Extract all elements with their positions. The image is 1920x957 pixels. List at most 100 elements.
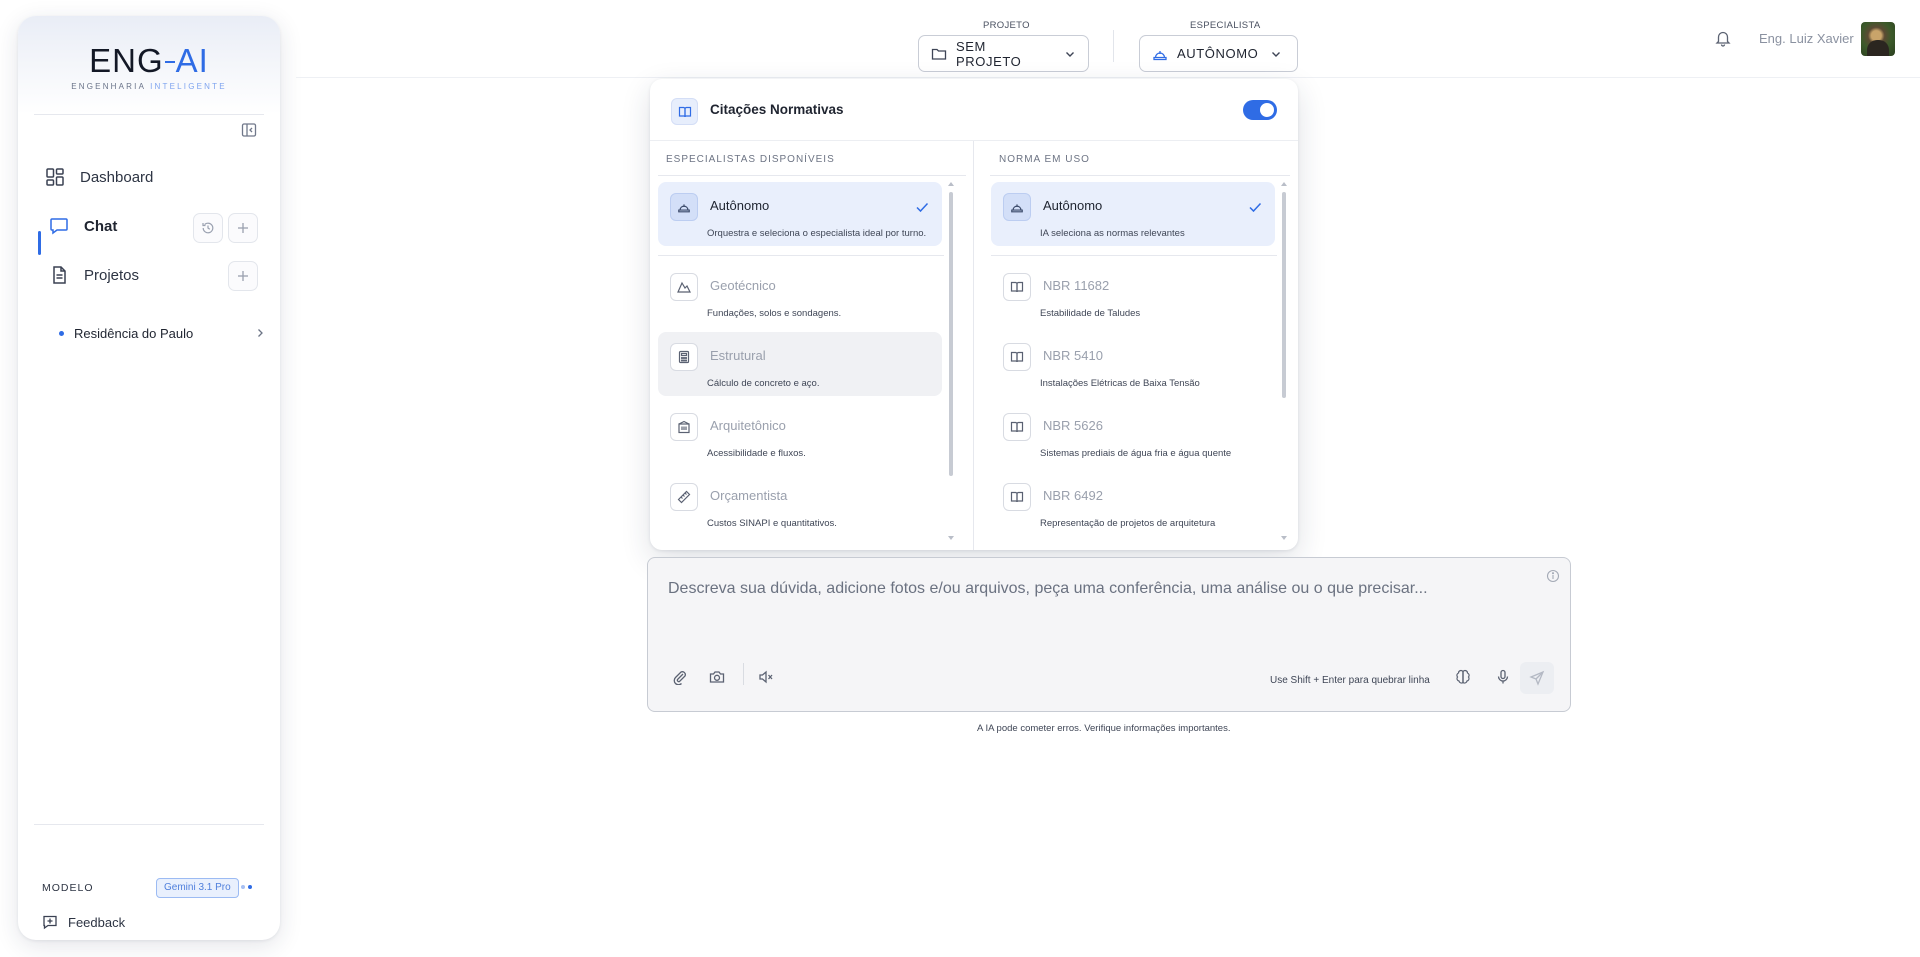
- norm-desc: Estabilidade de Taludes: [1040, 308, 1141, 319]
- specialist-desc: Acessibilidade e fluxos.: [707, 448, 806, 459]
- specialist-name: Orçamentista: [710, 488, 788, 503]
- divider: [658, 175, 966, 176]
- scroll-down-arrow[interactable]: [1281, 536, 1287, 540]
- norm-desc: IA seleciona as normas relevantes: [1040, 228, 1185, 239]
- message-input[interactable]: Descreva sua dúvida, adicione fotos e/ou…: [668, 580, 1428, 598]
- feedback-button[interactable]: Feedback: [42, 914, 125, 930]
- specialist-item-geotecnico[interactable]: Geotécnico Fundações, solos e sondagens.: [658, 262, 942, 326]
- new-project-button[interactable]: [228, 261, 258, 291]
- sidebar-item-projetos[interactable]: Projetos: [48, 264, 139, 286]
- citations-toggle[interactable]: [1243, 100, 1277, 120]
- user-name[interactable]: Eng. Luiz Xavier: [1759, 31, 1854, 46]
- dashboard-icon: [44, 166, 66, 188]
- divider: [34, 114, 264, 115]
- speaker-muted-icon[interactable]: [757, 668, 775, 686]
- chevron-right-icon: [254, 327, 266, 339]
- norm-item-nbr-5410[interactable]: NBR 5410 Instalações Elétricas de Baixa …: [991, 332, 1275, 396]
- paperclip-icon[interactable]: [671, 668, 689, 686]
- helmet-icon: [1152, 46, 1168, 62]
- model-badge[interactable]: Gemini 3.1 Pro: [156, 878, 239, 898]
- norms-scrollbar[interactable]: [1282, 192, 1286, 398]
- book-icon: [1003, 273, 1031, 301]
- project-label: Residência do Paulo: [74, 325, 194, 341]
- specialist-desc: Custos SINAPI e quantitativos.: [707, 518, 837, 529]
- message-composer[interactable]: Descreva sua dúvida, adicione fotos e/ou…: [647, 557, 1571, 712]
- norm-name: NBR 5626: [1043, 418, 1103, 433]
- sidebar: ENG AI ENGENHARIA INTELIGENTE Dashboard C…: [18, 16, 280, 940]
- book-icon: [671, 98, 698, 125]
- project-select[interactable]: SEM PROJETO: [918, 35, 1089, 72]
- specialist-select-value: AUTÔNOMO: [1177, 46, 1259, 61]
- norm-name: NBR 11682: [1043, 278, 1110, 293]
- specialists-scrollbar[interactable]: [949, 192, 953, 476]
- new-chat-button[interactable]: [228, 213, 258, 243]
- norm-desc: Instalações Elétricas de Baixa Tensão: [1040, 378, 1200, 389]
- sidebar-item-chat[interactable]: Chat: [48, 215, 117, 237]
- helmet-icon: [670, 193, 698, 221]
- specialist-item-estrutural[interactable]: Estrutural Cálculo de concreto e aço.: [658, 332, 942, 396]
- brain-icon[interactable]: [1454, 668, 1472, 686]
- check-icon: [914, 199, 930, 215]
- ai-disclaimer: A IA pode cometer erros. Verifique infor…: [977, 723, 1231, 734]
- popover-header: Citações Normativas: [650, 79, 1298, 141]
- send-icon: [1529, 670, 1545, 686]
- sidebar-item-label: Projetos: [84, 266, 140, 284]
- norm-item-nbr-6492[interactable]: NBR 6492 Representação de projetos de ar…: [991, 472, 1275, 536]
- ruler-icon: [670, 483, 698, 511]
- divider: [990, 175, 1290, 176]
- microphone-icon[interactable]: [1494, 668, 1512, 686]
- specialist-desc: Cálculo de concreto e aço.: [707, 378, 820, 389]
- specialist-item-orcamentista[interactable]: Orçamentista Custos SINAPI e quantitativ…: [658, 472, 942, 536]
- norm-item-nbr-11682[interactable]: NBR 11682 Estabilidade de Taludes: [991, 262, 1275, 326]
- norms-column-title: NORMA EM USO: [999, 154, 1090, 165]
- chevron-down-icon: [1270, 48, 1282, 60]
- helmet-icon: [1003, 193, 1031, 221]
- chat-history-button[interactable]: [193, 213, 223, 243]
- document-icon: [48, 264, 70, 286]
- popover-title: Citações Normativas: [710, 102, 844, 117]
- check-icon: [1247, 199, 1263, 215]
- scroll-up-arrow[interactable]: [948, 182, 954, 186]
- specialist-name: Arquitetônico: [710, 418, 786, 433]
- active-indicator: [38, 231, 41, 255]
- model-label: MODELO: [42, 882, 94, 894]
- sidebar-item-label: Chat: [84, 217, 118, 235]
- logo-sub-1: ENGENHARIA: [71, 82, 146, 91]
- bell-icon[interactable]: [1714, 29, 1732, 47]
- norm-name: NBR 6492: [1043, 488, 1103, 503]
- project-field-label: PROJETO: [983, 20, 1030, 31]
- specialist-select[interactable]: AUTÔNOMO: [1139, 35, 1298, 72]
- send-button[interactable]: [1520, 662, 1554, 694]
- norm-item-nbr-5626[interactable]: NBR 5626 Sistemas prediais de água fria …: [991, 402, 1275, 466]
- info-icon[interactable]: [1546, 569, 1560, 583]
- specialist-item-arquitetonico[interactable]: Arquitetônico Acessibilidade e fluxos.: [658, 402, 942, 466]
- topbar-separator: [1113, 30, 1114, 62]
- calculator-icon: [670, 343, 698, 371]
- chat-icon: [48, 215, 70, 237]
- shortcut-hint: Use Shift + Enter para quebrar linha: [1270, 675, 1430, 686]
- collapse-sidebar-icon[interactable]: [241, 122, 257, 138]
- project-item[interactable]: Residência do Paulo: [58, 323, 274, 343]
- norm-name: NBR 5410: [1043, 348, 1103, 363]
- specialist-field-label: ESPECIALISTA: [1190, 20, 1261, 31]
- specialist-name: Autônomo: [710, 198, 770, 213]
- sidebar-item-dashboard[interactable]: Dashboard: [44, 166, 153, 188]
- mountain-icon: [670, 273, 698, 301]
- scroll-up-arrow[interactable]: [1281, 182, 1287, 186]
- topbar-divider: [296, 77, 1920, 78]
- avatar[interactable]: [1861, 22, 1895, 56]
- book-icon: [1003, 343, 1031, 371]
- chevron-down-icon: [1064, 48, 1076, 60]
- divider: [34, 824, 264, 825]
- norm-item-autonomo[interactable]: Autônomo IA seleciona as normas relevant…: [991, 182, 1275, 246]
- norm-desc: Sistemas prediais de água fria e água qu…: [1040, 448, 1232, 459]
- folder-icon: [931, 46, 947, 62]
- camera-icon[interactable]: [708, 668, 726, 686]
- project-dot: [59, 330, 64, 336]
- logo[interactable]: ENG AI ENGENHARIA INTELIGENTE: [71, 42, 227, 92]
- specialist-item-autonomo[interactable]: Autônomo Orquestra e seleciona o especia…: [658, 182, 942, 246]
- feedback-label: Feedback: [68, 914, 126, 930]
- scroll-down-arrow[interactable]: [948, 536, 954, 540]
- sidebar-item-label: Dashboard: [80, 168, 154, 186]
- logo-ai: AI: [175, 42, 209, 79]
